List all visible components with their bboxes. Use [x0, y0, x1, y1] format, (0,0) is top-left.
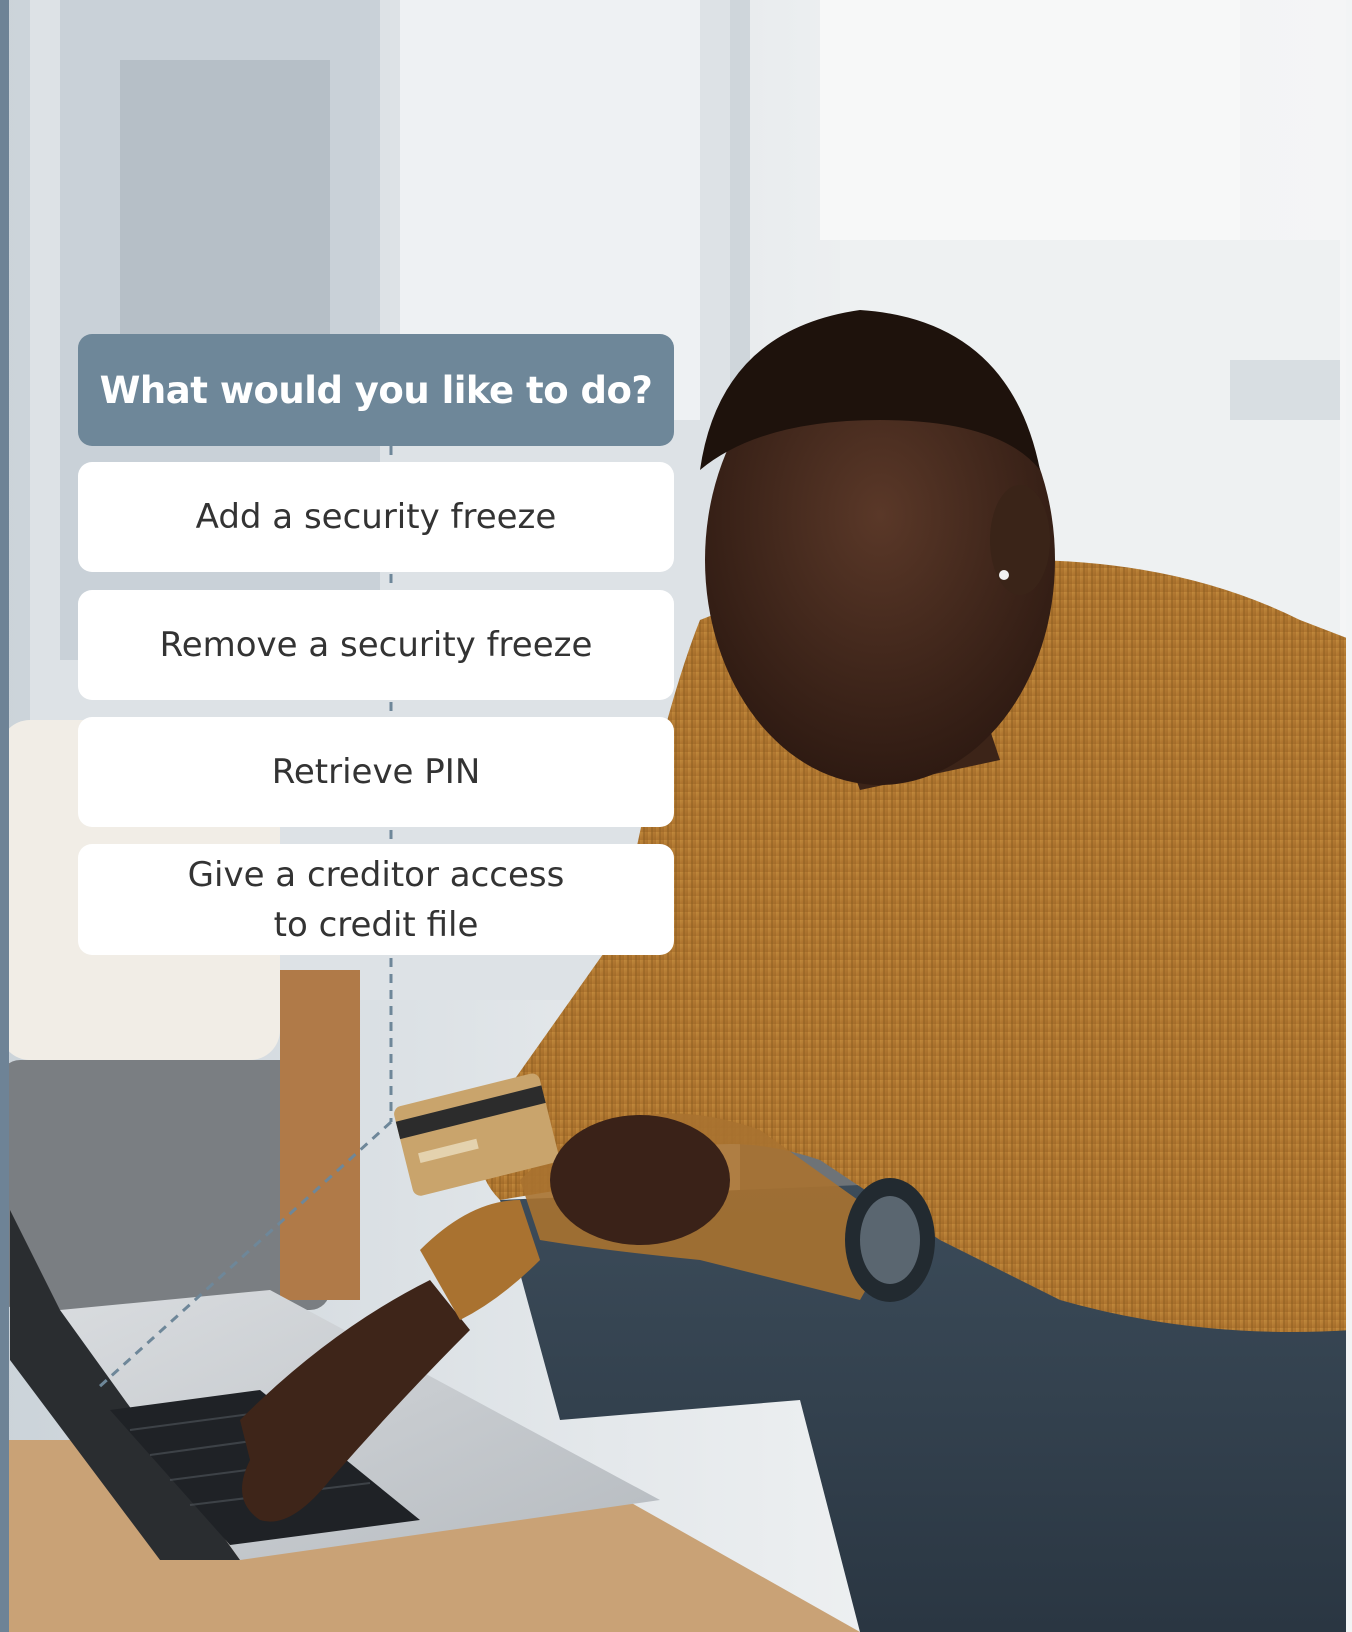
option-remove-security-freeze[interactable]: Remove a security freeze	[78, 590, 674, 700]
menu-header: What would you like to do?	[78, 334, 674, 446]
sofa-leg	[280, 970, 360, 1300]
option-retrieve-pin[interactable]: Retrieve PIN	[78, 717, 674, 827]
right-edge	[1346, 0, 1352, 1632]
left-accent-bar	[0, 0, 9, 1632]
option-label: Add a security freeze	[195, 497, 557, 537]
option-label: Remove a security freeze	[159, 625, 593, 665]
option-label: Retrieve PIN	[271, 752, 481, 792]
menu-title: What would you like to do?	[99, 368, 653, 412]
option-give-creditor-access[interactable]: Give a creditor access to credit file	[78, 844, 674, 955]
option-label: Give a creditor access to credit file	[187, 854, 565, 945]
option-add-security-freeze[interactable]: Add a security freeze	[78, 462, 674, 572]
hand	[550, 1115, 730, 1245]
